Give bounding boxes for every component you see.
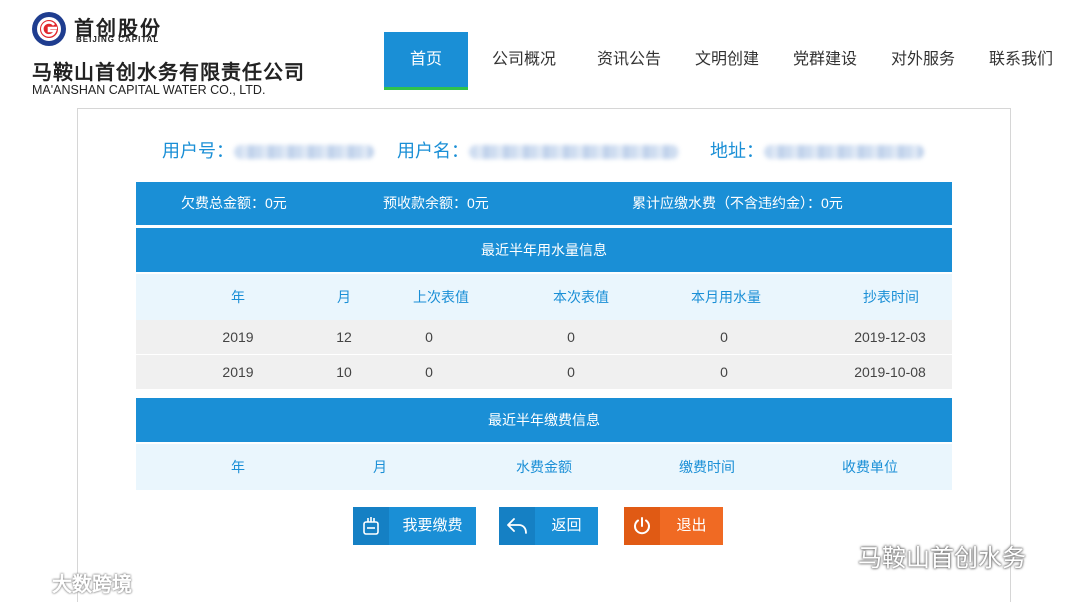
exit-button-label: 退出 bbox=[676, 517, 707, 534]
usage-section-title: 最近半年用水量信息 bbox=[136, 228, 952, 272]
cell-previous-reading: 0 bbox=[425, 329, 433, 345]
wechat-logo-icon bbox=[822, 543, 851, 566]
cell-monthly-usage: 0 bbox=[720, 329, 728, 345]
card-icon bbox=[353, 507, 389, 545]
beijing-capital-logo-icon bbox=[32, 12, 66, 46]
redacted-address bbox=[764, 145, 924, 160]
user-number: 用户号： bbox=[162, 137, 374, 163]
col-year: 年 bbox=[231, 289, 245, 305]
company-name-cn: 马鞍山首创水务有限责任公司 bbox=[32, 62, 305, 84]
nav-item-party[interactable]: 党群建设 bbox=[776, 32, 874, 90]
main-nav: 首页 公司概况 资讯公告 文明创建 党群建设 对外服务 联系我们 bbox=[384, 32, 1070, 90]
pay-button[interactable]: 我要缴费 bbox=[353, 507, 476, 545]
company-name-en: MA'ANSHAN CAPITAL WATER CO., LTD. bbox=[32, 83, 266, 97]
cell-month: 10 bbox=[336, 364, 352, 380]
back-button[interactable]: 返回 bbox=[499, 507, 598, 545]
cell-current-reading: 0 bbox=[567, 364, 575, 380]
exit-button[interactable]: 退出 bbox=[624, 507, 723, 545]
watermark-right: 马鞍山首创水务 bbox=[822, 538, 1026, 573]
back-button-label: 返回 bbox=[551, 517, 582, 534]
cumulative-water-fee: 累计应缴水费（不含违约金）：0元 bbox=[632, 195, 843, 211]
nav-item-home[interactable]: 首页 bbox=[384, 32, 468, 90]
weibo-logo-icon bbox=[10, 574, 47, 593]
watermark-left: 大数跨境 bbox=[8, 568, 132, 597]
col-water-fee-amount: 水费金额 bbox=[516, 459, 572, 475]
cell-monthly-usage: 0 bbox=[720, 364, 728, 380]
user-info-line: 用户号： 用户名： 地址： bbox=[78, 137, 1012, 161]
prepaid-balance: 预收款余额：0元 bbox=[383, 195, 489, 211]
nav-item-company-overview[interactable]: 公司概况 bbox=[468, 32, 580, 90]
cell-year: 2019 bbox=[222, 364, 254, 380]
col-current-reading: 本次表值 bbox=[553, 289, 609, 305]
usage-table: 年 月 上次表值 本次表值 本月用水量 抄表时间 2019 12 0 0 0 2… bbox=[136, 274, 952, 390]
company-logo[interactable]: 首创股份 BEIJING CAPITAL 马鞍山首创水务有限责任公司 MA'AN… bbox=[30, 10, 330, 100]
user-address-label: 地址： bbox=[710, 141, 764, 161]
power-icon bbox=[624, 507, 660, 545]
cell-year: 2019 bbox=[222, 329, 254, 345]
table-row: 2019 12 0 0 0 2019-12-03 bbox=[136, 320, 952, 355]
col-previous-reading: 上次表值 bbox=[413, 289, 469, 305]
nav-item-contact[interactable]: 联系我们 bbox=[972, 32, 1070, 90]
col-payment-time: 缴费时间 bbox=[679, 459, 735, 475]
cell-reading-time: 2019-10-08 bbox=[854, 364, 926, 380]
col-month: 月 bbox=[373, 459, 387, 475]
redacted-user-number bbox=[234, 145, 374, 160]
usage-table-header: 年 月 上次表值 本次表值 本月用水量 抄表时间 bbox=[136, 274, 952, 320]
cell-previous-reading: 0 bbox=[425, 364, 433, 380]
col-charging-unit: 收费单位 bbox=[842, 459, 898, 475]
cell-reading-time: 2019-12-03 bbox=[854, 329, 926, 345]
col-year: 年 bbox=[231, 459, 245, 475]
account-panel: 用户号： 用户名： 地址： 欠费总金额：0元 预收款余额：0元 累计应缴水费（不… bbox=[77, 108, 1011, 602]
nav-item-services[interactable]: 对外服务 bbox=[874, 32, 972, 90]
redacted-user-name bbox=[469, 145, 679, 160]
user-name-label: 用户名： bbox=[397, 141, 469, 161]
arrears-amount: 欠费总金额：0元 bbox=[181, 195, 287, 211]
user-name: 用户名： bbox=[397, 137, 679, 163]
col-monthly-usage: 本月用水量 bbox=[691, 289, 761, 305]
logo-brand-en: BEIJING CAPITAL bbox=[76, 35, 160, 44]
watermark-right-text: 马鞍山首创水务 bbox=[858, 545, 1026, 572]
payment-section-title: 最近半年缴费信息 bbox=[136, 398, 952, 442]
balance-summary: 欠费总金额：0元 预收款余额：0元 累计应缴水费（不含违约金）：0元 bbox=[136, 182, 952, 225]
pay-button-label: 我要缴费 bbox=[402, 517, 463, 534]
payment-table-header: 年 月 水费金额 缴费时间 收费单位 bbox=[136, 444, 952, 490]
site-header: 首创股份 BEIJING CAPITAL 马鞍山首创水务有限责任公司 MA'AN… bbox=[0, 0, 1080, 100]
payment-table: 年 月 水费金额 缴费时间 收费单位 bbox=[136, 444, 952, 490]
reply-arrow-icon bbox=[499, 507, 535, 545]
col-month: 月 bbox=[337, 289, 351, 305]
watermark-left-text: 大数跨境 bbox=[52, 574, 132, 596]
nav-item-civilization[interactable]: 文明创建 bbox=[678, 32, 776, 90]
user-address: 地址： bbox=[710, 137, 924, 163]
table-row: 2019 10 0 0 0 2019-10-08 bbox=[136, 355, 952, 390]
user-number-label: 用户号： bbox=[162, 141, 234, 161]
cell-month: 12 bbox=[336, 329, 352, 345]
cell-current-reading: 0 bbox=[567, 329, 575, 345]
nav-item-news[interactable]: 资讯公告 bbox=[580, 32, 678, 90]
col-reading-time: 抄表时间 bbox=[863, 289, 919, 305]
